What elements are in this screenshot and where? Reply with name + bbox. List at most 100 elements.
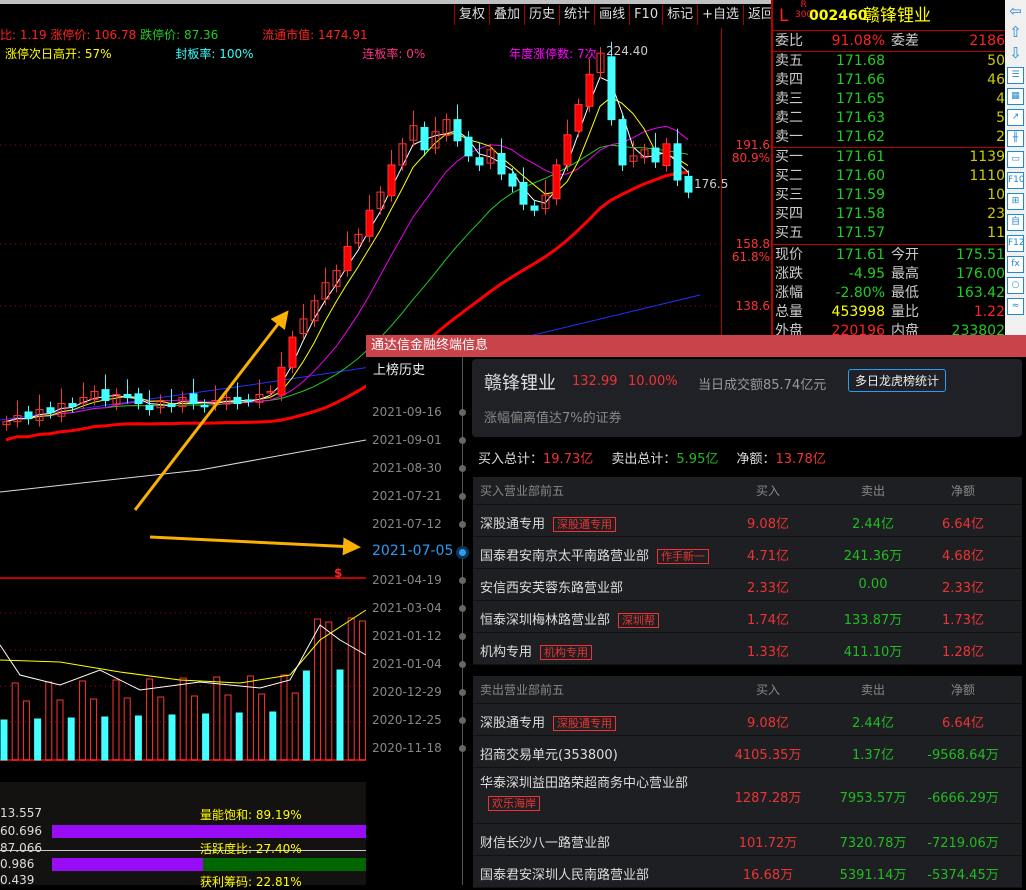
history-date-item[interactable]: 2021-07-12 (372, 517, 442, 531)
table-row[interactable]: 恒泰深圳梅林路营业部 深圳帮 1.74亿 133.87万 1.73亿 (473, 601, 1022, 633)
history-date-item[interactable]: 2020-12-25 (372, 713, 442, 727)
table-row[interactable]: 深股通专用 深股通专用 9.08亿 2.44亿 6.64亿 (473, 704, 1022, 736)
volume-saturation-bar (52, 825, 366, 838)
arrow-left-icon[interactable]: ⇦ (1007, 4, 1024, 21)
toolbar-button[interactable]: 统计 (559, 5, 596, 25)
popup-title-bar[interactable]: 通达信金融终端信息 (366, 335, 1026, 357)
buy-amount: 16.68万 (742, 868, 794, 883)
history-date-item[interactable]: 2020-12-29 (372, 685, 442, 699)
volume-bar (190, 695, 198, 761)
self-select-icon[interactable]: 自 (1007, 214, 1024, 231)
history-date-item[interactable]: 2021-01-04 (372, 657, 442, 671)
axis-label: 61.8% (731, 250, 770, 264)
timeline-dot (459, 521, 466, 528)
net-amount: 1.28亿 (942, 645, 984, 660)
history-date-item[interactable]: 2021-07-21 (372, 489, 442, 503)
toolbar-button[interactable]: F10 (629, 5, 664, 25)
history-title: 上榜历史 (373, 363, 426, 378)
candle-body (684, 175, 693, 193)
circle-icon[interactable]: ○ (1007, 277, 1024, 294)
f10-icon[interactable]: F10 (1007, 172, 1025, 189)
toolbar-button[interactable]: 标记 (662, 5, 699, 25)
candle-body (585, 73, 594, 107)
fx-icon[interactable]: fx (1007, 256, 1024, 273)
net-amount: 2.33亿 (942, 581, 984, 596)
tool-sidebar: ⇦ ⇧ ⇩ ☰ ▦ ↗ ╫ ▭ F10 ⊞ 自 F12 fx ○ ≈ (1005, 0, 1026, 340)
list-check-icon[interactable]: ☰ (1007, 67, 1024, 84)
net-amount: 1.73亿 (942, 613, 984, 628)
timeline-dot (459, 437, 466, 444)
history-date-item[interactable]: 2021-04-19 (372, 573, 442, 587)
sell-amount: 7953.57万 (839, 791, 907, 806)
table-row[interactable]: 国泰君安南京太平南路营业部 作手新一 4.71亿 241.36万 4.68亿 (473, 537, 1022, 569)
table-row[interactable]: 国泰君安深圳人民南路营业部 16.68万 5391.14万 -5374.45万 (473, 856, 1022, 888)
broker-name: 恒泰深圳梅林路营业部 (480, 613, 611, 628)
history-date-item[interactable]: 2021-09-01 (372, 433, 442, 447)
limit-stats-line: 涨停次日高开: 57% 封板率: 100% 连板率: 0% 年度涨停数: 7次 (5, 45, 597, 62)
arrow-up-icon[interactable]: ⇧ (1007, 25, 1024, 42)
toolbar-button[interactable]: 画线 (594, 5, 631, 25)
f12-icon[interactable]: F12 (1007, 235, 1025, 252)
toolbar-button[interactable]: +自选 (697, 5, 745, 25)
candle-body (46, 407, 55, 414)
volume-bar (291, 692, 299, 761)
table-row[interactable]: 深股通专用 深股通专用 9.08亿 2.44亿 6.64亿 (473, 505, 1022, 537)
table-header: 卖出营业部前五 买入 卖出 净额 (473, 676, 1022, 704)
annotation-arrow (133, 310, 289, 511)
toolbar-button[interactable]: 历史 (524, 5, 561, 25)
tree-icon[interactable]: ⊞ (1007, 193, 1024, 210)
timeline-dot (459, 633, 466, 640)
sell-amount: 0.00 (858, 577, 888, 592)
order-book-row: 买三 171.59 10 (775, 187, 1005, 203)
dollar-marker-icon: $ (334, 566, 343, 580)
listing-reason: 涨幅偏离值达7%的证券 (484, 411, 622, 426)
history-date-item[interactable]: 2020-11-18 (372, 741, 442, 755)
candle-body (365, 209, 374, 237)
sell-top5-table: 卖出营业部前五 买入 卖出 净额 深股通专用 深股通专用 9.08亿 2.44亿 6.64亿 招商… (473, 676, 1022, 888)
history-date-item[interactable]: 2021-09-16 (372, 405, 442, 419)
table-row[interactable]: 招商交易单元(353800) 4105.35万 1.37亿 -9568.64万 (473, 736, 1022, 768)
axis-label: 138.6 (735, 299, 770, 313)
table-row[interactable]: 华泰深圳益田路荣超商务中心营业部欢乐海岸 1287.28万 7953.57万 -666… (473, 768, 1022, 824)
peak-price-label: 224.40 (606, 44, 648, 58)
order-book-row: 买五 171.57 11 (775, 225, 1005, 241)
window-icon[interactable]: ▭ (1007, 151, 1024, 168)
quote-stat-row: 现价 171.61 今开 175.51 (775, 247, 1005, 263)
volume-bar (157, 696, 165, 761)
order-book-row: 卖五 171.68 50 (775, 53, 1005, 69)
order-book-row: 卖四 171.66 46 (775, 72, 1005, 88)
broker-name: 深股通专用 (480, 716, 546, 731)
timeline-dot (459, 745, 466, 752)
order-book-row: 买四 171.58 23 (775, 206, 1005, 222)
buy-amount: 9.08亿 (747, 517, 789, 532)
candle-icon[interactable]: ╫ (1007, 130, 1024, 147)
sell-amount: 2.44亿 (852, 716, 894, 731)
history-date-item[interactable]: 2021-07-05 (372, 543, 453, 559)
history-date-item[interactable]: 2021-01-12 (372, 629, 442, 643)
volume-bar (202, 713, 210, 761)
toolbar-button[interactable]: 叠加 (489, 5, 526, 25)
quote-stat-row: 涨幅 -2.80% 最低 163.42 (775, 285, 1005, 301)
line-chart-icon[interactable]: ↗ (1007, 109, 1024, 126)
candle-body (618, 119, 627, 166)
candle-body (420, 126, 429, 151)
toolbar-button[interactable]: 复权 (454, 5, 491, 25)
limit-up-price: 涨停价: 106.78 (50, 28, 137, 42)
grid-icon[interactable]: ▦ (1007, 88, 1024, 105)
candle-body (387, 164, 396, 197)
table-row[interactable]: 安信西安芙蓉东路营业部 2.33亿 0.00 2.33亿 (473, 569, 1022, 601)
table-row[interactable]: 机构专用 机构专用 1.33亿 411.10万 1.28亿 (473, 633, 1022, 665)
history-date-item[interactable]: 2021-03-04 (372, 601, 442, 615)
table-row[interactable]: 财信长沙八一路营业部 101.72万 7320.78万 -7219.06万 (473, 824, 1022, 856)
stock-summary-card: 赣锋锂业 132.99 10.00% 当日成交额85.74亿元 多日龙虎榜统计 … (472, 359, 1022, 437)
candle-body (519, 181, 528, 205)
volume-bar (179, 677, 187, 761)
volume-bar (269, 711, 277, 761)
arrow-down-icon[interactable]: ⇩ (1007, 46, 1024, 63)
quote-header: L R 300 002460 赣锋锂业 (775, 0, 1005, 27)
history-date-item[interactable]: 2021-08-30 (372, 461, 442, 475)
multi-day-stats-button[interactable]: 多日龙虎榜统计 (848, 369, 947, 392)
volume-bar (134, 715, 142, 761)
wave-icon[interactable]: ≈ (1007, 298, 1024, 315)
broker-tag: 欢乐海岸 (488, 796, 540, 811)
